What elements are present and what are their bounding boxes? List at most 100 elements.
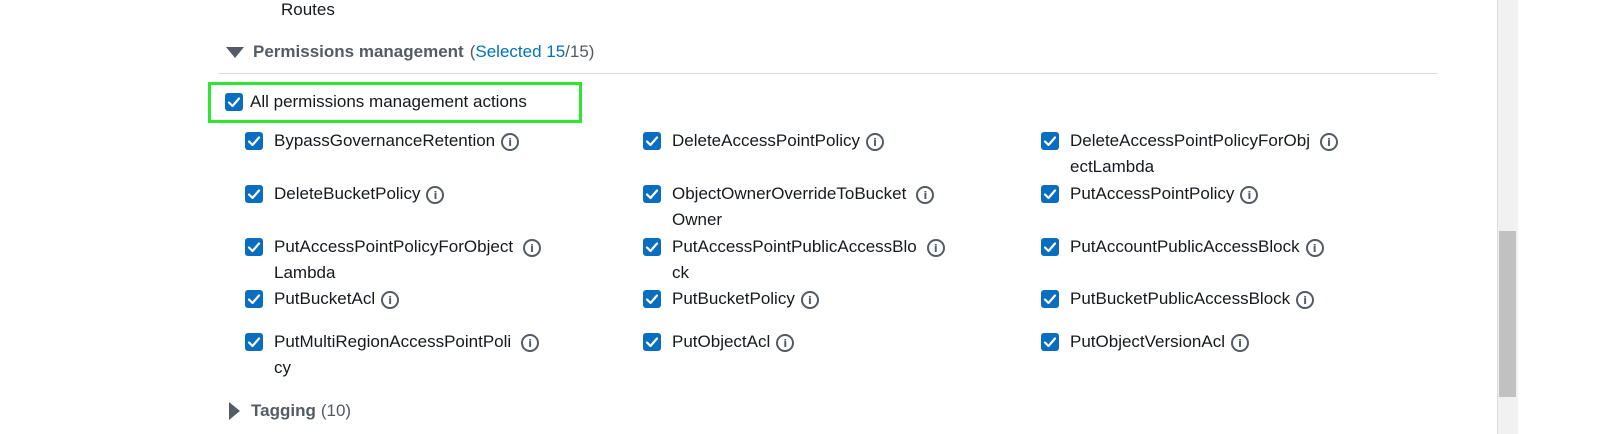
action-label-line1: PutBucketPolicy xyxy=(672,289,795,308)
action-label: PutAccessPointPublicAccessBlo ck xyxy=(672,234,917,286)
action-item[interactable]: DeleteAccessPointPolicyForObj ectLambda i xyxy=(1041,128,1338,180)
action-label-line1: PutAccessPointPublicAccessBlo xyxy=(672,237,917,256)
action-label-line1: ObjectOwnerOverrideToBucket xyxy=(672,184,907,203)
action-checkbox[interactable] xyxy=(643,333,661,351)
action-label: BypassGovernanceRetention xyxy=(274,128,495,154)
action-label-line2: ck xyxy=(672,263,689,282)
checkmark-icon xyxy=(1043,337,1057,348)
info-icon[interactable]: i xyxy=(1240,186,1259,204)
info-icon[interactable]: i xyxy=(776,334,795,352)
action-checkbox[interactable] xyxy=(245,333,263,351)
action-checkbox[interactable] xyxy=(1041,185,1059,203)
info-icon[interactable]: i xyxy=(1305,239,1324,257)
info-icon[interactable]: i xyxy=(926,239,945,257)
action-item[interactable]: BypassGovernanceRetention i xyxy=(245,128,520,154)
select-all-label: All permissions management actions xyxy=(250,92,527,111)
tagging-count: (10) xyxy=(320,401,352,420)
action-label-line2: Owner xyxy=(672,210,723,229)
checkmark-icon xyxy=(247,136,261,147)
info-icon[interactable]: i xyxy=(1296,291,1315,309)
action-label-line1: DeleteBucketPolicy xyxy=(274,184,421,203)
action-label-line1: PutObjectAcl xyxy=(672,332,771,351)
info-icon[interactable]: i xyxy=(1230,334,1249,352)
action-label-line1: PutAccountPublicAccessBlock xyxy=(1070,237,1300,256)
info-icon[interactable]: i xyxy=(521,334,540,352)
checkmark-icon xyxy=(247,294,261,305)
section-divider xyxy=(219,73,1437,74)
action-checkbox[interactable] xyxy=(245,238,263,256)
action-item[interactable]: PutAccountPublicAccessBlock i xyxy=(1041,234,1324,260)
checkmark-icon xyxy=(1043,294,1057,305)
action-item[interactable]: PutAccessPointPolicy i xyxy=(1041,181,1259,207)
section-title: Permissions management xyxy=(253,42,464,61)
action-label: DeleteAccessPointPolicy xyxy=(672,128,860,154)
action-checkbox[interactable] xyxy=(643,185,661,203)
action-label: PutObjectVersionAcl xyxy=(1070,329,1225,355)
checkmark-icon xyxy=(247,189,261,200)
tagging-toggle[interactable]: Tagging (10) xyxy=(229,401,351,421)
caret-down-icon xyxy=(226,46,244,58)
selected-count-link[interactable]: Selected 15 xyxy=(475,42,565,61)
action-item[interactable]: PutBucketPublicAccessBlock i xyxy=(1041,286,1315,312)
checkmark-icon xyxy=(645,136,659,147)
checkmark-icon xyxy=(1043,136,1057,147)
action-label: DeleteBucketPolicy xyxy=(274,181,420,207)
select-all-checkbox[interactable] xyxy=(225,93,243,111)
action-item[interactable]: DeleteBucketPolicy i xyxy=(245,181,445,207)
action-item[interactable]: PutMultiRegionAccessPointPoli cy i xyxy=(245,329,540,381)
action-checkbox[interactable] xyxy=(643,238,661,256)
tagging-title: Tagging xyxy=(251,401,316,420)
action-label: DeleteAccessPointPolicyForObj ectLambda xyxy=(1070,128,1310,180)
action-item[interactable]: PutObjectVersionAcl i xyxy=(1041,329,1249,355)
info-icon[interactable]: i xyxy=(501,133,520,151)
action-checkbox[interactable] xyxy=(643,290,661,308)
action-label: ObjectOwnerOverrideToBucket Owner xyxy=(672,181,906,233)
action-item[interactable]: ObjectOwnerOverrideToBucket Owner i xyxy=(643,181,935,233)
select-all-checkbox-row[interactable]: All permissions management actions xyxy=(225,89,527,115)
action-checkbox[interactable] xyxy=(1041,333,1059,351)
action-label-line2: ectLambda xyxy=(1070,157,1155,176)
action-checkbox[interactable] xyxy=(643,132,661,150)
action-label-line1: DeleteAccessPointPolicyForObj xyxy=(1070,131,1310,150)
action-label: PutObjectAcl xyxy=(672,329,770,355)
action-label-line2: cy xyxy=(274,358,291,377)
info-icon[interactable]: i xyxy=(381,291,400,309)
action-item[interactable]: PutBucketAcl i xyxy=(245,286,400,312)
action-label-line1: PutObjectVersionAcl xyxy=(1070,332,1225,351)
info-icon[interactable]: i xyxy=(1319,133,1338,151)
action-label: PutBucketPublicAccessBlock xyxy=(1070,286,1290,312)
action-item[interactable]: PutObjectAcl i xyxy=(643,329,795,355)
checkmark-icon xyxy=(645,294,659,305)
action-item[interactable]: PutAccessPointPublicAccessBlo ck i xyxy=(643,234,945,286)
action-checkbox[interactable] xyxy=(1041,132,1059,150)
action-checkbox[interactable] xyxy=(245,290,263,308)
scrollbar-thumb[interactable] xyxy=(1499,231,1516,397)
action-label: PutAccessPointPolicyForObject Lambda xyxy=(274,234,513,286)
action-checkbox[interactable] xyxy=(245,185,263,203)
action-item[interactable]: PutAccessPointPolicyForObject Lambda i xyxy=(245,234,542,286)
checkmark-icon xyxy=(227,97,241,108)
action-label-line1: PutBucketPublicAccessBlock xyxy=(1070,289,1291,308)
info-icon[interactable]: i xyxy=(800,291,819,309)
action-label-line1: BypassGovernanceRetention xyxy=(274,131,496,150)
action-checkbox[interactable] xyxy=(1041,238,1059,256)
section-count: (Selected 15/15) xyxy=(469,42,595,61)
checkmark-icon xyxy=(1043,242,1057,253)
info-icon[interactable]: i xyxy=(426,186,445,204)
info-icon[interactable]: i xyxy=(523,239,542,257)
action-label: PutMultiRegionAccessPointPoli cy xyxy=(274,329,511,381)
action-label-line1: PutAccessPointPolicy xyxy=(1070,184,1235,203)
checkmark-icon xyxy=(645,337,659,348)
action-label: PutBucketPolicy xyxy=(672,286,795,312)
action-checkbox[interactable] xyxy=(1041,290,1059,308)
action-item[interactable]: DeleteAccessPointPolicy i xyxy=(643,128,885,154)
action-label-line1: PutAccessPointPolicyForObject xyxy=(274,237,514,256)
action-label-line1: PutBucketAcl xyxy=(274,289,376,308)
action-label: PutAccessPointPolicy xyxy=(1070,181,1234,207)
action-item[interactable]: PutBucketPolicy i xyxy=(643,286,819,312)
action-checkbox[interactable] xyxy=(245,132,263,150)
info-icon[interactable]: i xyxy=(916,186,935,204)
permissions-management-toggle[interactable]: Permissions management (Selected 15/15) xyxy=(226,42,594,62)
info-icon[interactable]: i xyxy=(866,133,885,151)
checkmark-icon xyxy=(247,242,261,253)
